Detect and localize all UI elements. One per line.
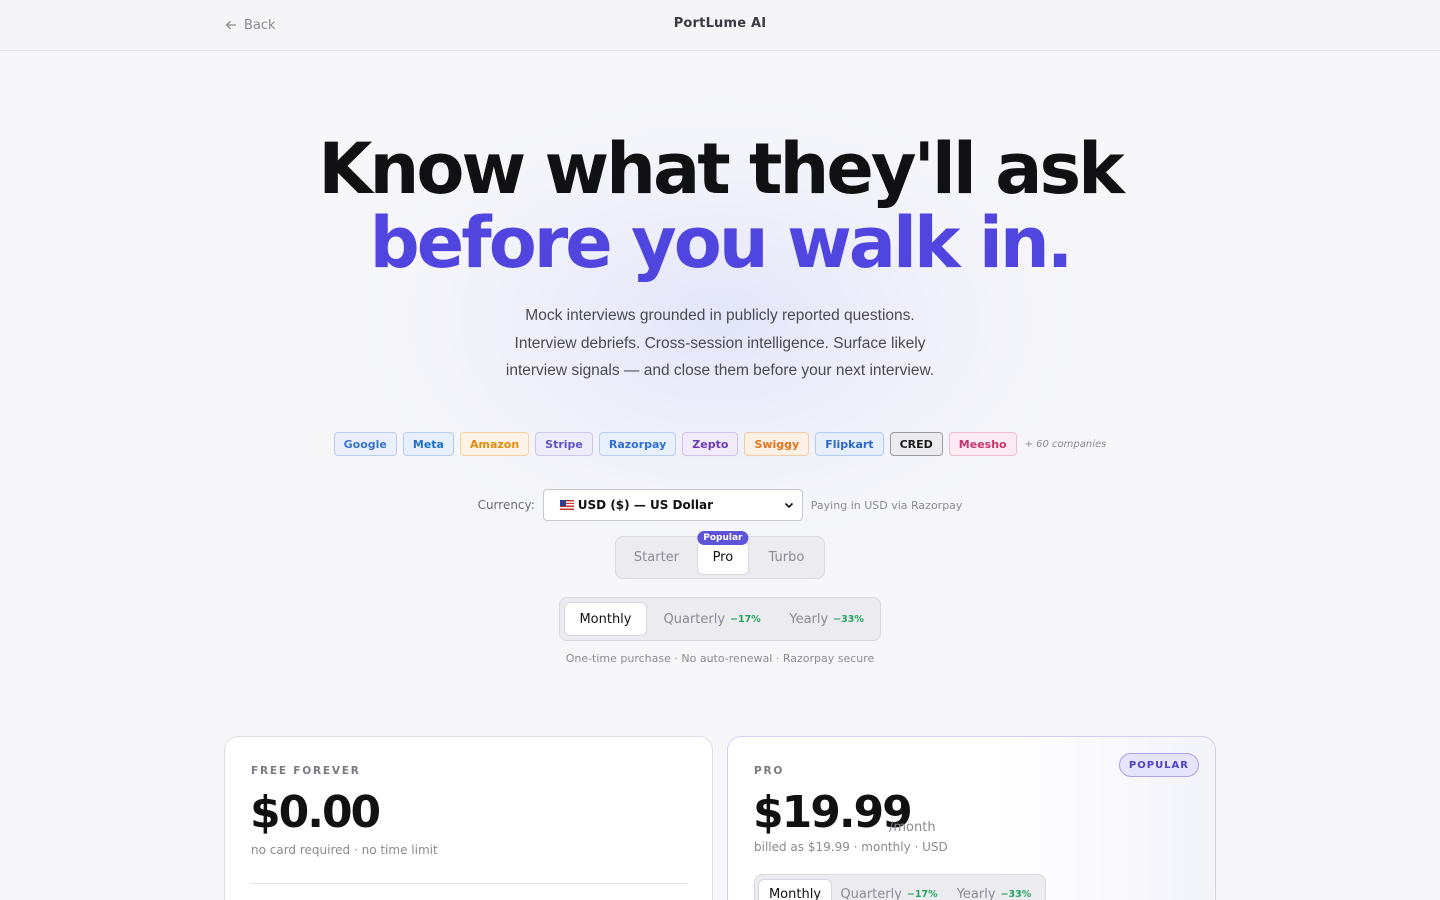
- tab-label: Pro: [712, 550, 734, 565]
- chip-label: Zepto: [692, 437, 729, 451]
- free-plan-card: FREE FOREVER $0.00 no card required · no…: [224, 736, 713, 900]
- discount-badge: −17%: [906, 888, 938, 900]
- tab-turbo[interactable]: Turbo: [753, 541, 820, 575]
- company-chip-flipkart[interactable]: Flipkart: [815, 432, 884, 456]
- tab-starter[interactable]: Starter: [620, 541, 693, 575]
- billing-label: Yearly: [956, 886, 996, 900]
- hero-title-line-1: Know what they'll ask: [318, 128, 1124, 210]
- currency-selected-text: USD ($) — US Dollar: [577, 498, 714, 512]
- card-billing-yearly[interactable]: Yearly −33%: [946, 879, 1042, 900]
- card-price: $19.99: [753, 787, 913, 838]
- popular-tag: Popular: [697, 530, 749, 545]
- currency-row: Currency: USD ($) — US Dollar Paying in …: [0, 489, 1440, 521]
- company-chip-meta[interactable]: Meta: [402, 432, 454, 456]
- chip-label: Razorpay: [608, 437, 667, 451]
- billing-label: Quarterly: [840, 886, 902, 900]
- chip-label: Stripe: [545, 437, 583, 451]
- company-chip-stripe[interactable]: Stripe: [535, 432, 593, 456]
- purchase-note: One-time purchase · No auto-renewal · Ra…: [565, 652, 875, 665]
- discount-badge: −33%: [1000, 888, 1032, 900]
- popular-badge: POPULAR: [1118, 753, 1199, 777]
- tab-label: Starter: [633, 550, 680, 565]
- currency-select[interactable]: USD ($) — US Dollar: [542, 489, 803, 521]
- card-kicker: PRO: [754, 765, 785, 777]
- hero-subtitle: Mock interviews grounded in publicly rep…: [505, 307, 935, 379]
- card-divider: [251, 883, 687, 884]
- hero-title-line-2: before you walk in.: [369, 202, 1074, 284]
- chip-label: Google: [343, 437, 387, 451]
- billing-monthly[interactable]: Monthly: [564, 602, 647, 636]
- billing-switcher: Monthly Quarterly −17% Yearly −33%: [559, 597, 881, 641]
- top-bar: Back PortLume AI: [0, 0, 1440, 51]
- plan-switcher: Starter Popular Pro Turbo: [615, 530, 825, 579]
- company-chip-swiggy[interactable]: Swiggy: [744, 432, 810, 456]
- pro-plan-card: POPULAR PRO $19.99 /month billed as $19.…: [727, 736, 1216, 900]
- chip-label: Meta: [412, 437, 444, 451]
- tab-pro[interactable]: Popular Pro: [696, 530, 749, 575]
- billing-label: Quarterly: [663, 611, 726, 627]
- us-flag-icon: [559, 500, 574, 510]
- discount-badge: −33%: [833, 613, 864, 625]
- chip-label: Swiggy: [754, 437, 800, 451]
- chip-label: Meesho: [958, 437, 1007, 451]
- chevron-down-icon: [784, 502, 793, 509]
- card-price: $0.00: [250, 787, 381, 838]
- company-chip-razorpay[interactable]: Razorpay: [598, 432, 677, 456]
- company-chips: Google Meta Amazon Stripe Razorpay Zepto…: [0, 432, 1440, 456]
- company-chip-meesho[interactable]: Meesho: [948, 432, 1017, 456]
- company-chip-google[interactable]: Google: [333, 432, 397, 456]
- tab-label: Turbo: [768, 550, 805, 565]
- company-chip-cred[interactable]: CRED: [889, 432, 943, 456]
- billing-label: Yearly: [789, 611, 829, 627]
- more-companies: + 60 companies: [1024, 438, 1107, 450]
- currency-value: USD ($) — US Dollar: [559, 498, 714, 512]
- card-kicker: FREE FOREVER: [251, 765, 361, 777]
- card-price-sub: no card required · no time limit: [251, 843, 438, 857]
- billing-label: Monthly: [579, 611, 632, 627]
- billing-yearly[interactable]: Yearly −33%: [777, 602, 876, 636]
- discount-badge: −17%: [730, 613, 761, 625]
- card-billing-quarterly[interactable]: Quarterly −17%: [834, 879, 944, 900]
- card-billing-monthly[interactable]: Monthly: [758, 879, 832, 900]
- company-chip-amazon[interactable]: Amazon: [459, 432, 530, 456]
- card-price-sub: billed as $19.99 · monthly · USD: [754, 840, 948, 854]
- billing-quarterly[interactable]: Quarterly −17%: [649, 602, 775, 636]
- chip-label: Amazon: [469, 437, 520, 451]
- card-price-period: /month: [889, 820, 936, 835]
- card-billing-switcher: Monthly Quarterly −17% Yearly −33%: [754, 874, 1046, 900]
- currency-label: Currency:: [477, 498, 535, 512]
- billing-label: Monthly: [768, 886, 822, 900]
- payment-note: Paying in USD via Razorpay: [810, 498, 963, 512]
- brand-title: PortLume AI: [673, 16, 767, 31]
- chip-label: CRED: [899, 437, 933, 451]
- company-chip-zepto[interactable]: Zepto: [682, 432, 739, 456]
- chip-label: Flipkart: [825, 437, 874, 451]
